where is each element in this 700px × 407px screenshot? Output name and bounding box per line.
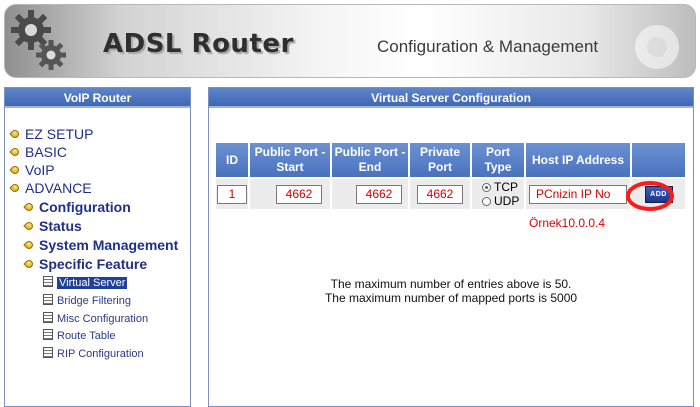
page-title: Virtual Server Configuration [209, 88, 693, 108]
brand-title: ADSL Router [103, 29, 294, 59]
bullet-icon [23, 258, 35, 270]
radio-udp[interactable]: UDP [482, 194, 524, 208]
menu-label: System Management [39, 237, 179, 253]
menu-item-voip[interactable]: VoIP [9, 162, 55, 178]
menu-item-system-management[interactable]: System Management [23, 237, 179, 253]
menu-item-rip-configuration[interactable]: RIP Configuration [43, 347, 144, 360]
document-icon [43, 347, 53, 358]
column-header-public-start: Public Port - Start [250, 143, 330, 177]
cell-private-port: 4662 [410, 179, 470, 209]
virtual-server-table: ID Public Port - Start Public Port - End… [214, 141, 687, 211]
document-icon [43, 312, 53, 323]
public-port-end-input[interactable]: 4662 [356, 184, 402, 204]
menu-item-status[interactable]: Status [23, 218, 82, 234]
menu-item-ez-setup[interactable]: EZ SETUP [9, 126, 94, 142]
menu-label: Specific Feature [39, 256, 148, 272]
menu-label: RIP Configuration [57, 348, 144, 360]
bullet-icon [23, 220, 35, 232]
menu-label: EZ SETUP [25, 126, 94, 142]
menu-label: ADVANCE [25, 180, 92, 196]
note-max-ports: The maximum number of mapped ports is 50… [324, 291, 578, 305]
table-row: 1 4662 4662 4662 TCP UDP PCnizin IP No A… [216, 179, 685, 209]
radio-selected-icon [482, 183, 491, 192]
bullet-icon [9, 182, 21, 194]
menu-label: BASIC [25, 144, 68, 160]
gear-small-icon [36, 40, 66, 70]
cell-public-start: 4662 [250, 179, 330, 209]
menu-item-specific-feature[interactable]: Specific Feature [23, 256, 148, 272]
radio-unselected-icon [482, 197, 491, 206]
id-field[interactable]: 1 [217, 184, 247, 204]
bullet-icon [23, 239, 35, 251]
menu-label: Configuration [39, 199, 131, 215]
sidebar-title: VoIP Router [5, 88, 190, 108]
sidebar: VoIP Router EZ SETUP BASIC VoIP ADVANCE … [4, 87, 191, 407]
cell-host-ip: PCnizin IP No [526, 179, 630, 209]
menu-item-advance[interactable]: ADVANCE [9, 180, 92, 196]
cell-public-end: 4662 [332, 179, 408, 209]
column-header-public-end: Public Port - End [332, 143, 408, 177]
menu-item-basic[interactable]: BASIC [9, 144, 68, 160]
document-icon [43, 294, 53, 305]
bullet-icon [23, 201, 35, 213]
menu-label: Route Table [57, 330, 116, 342]
cell-port-type: TCP UDP [472, 179, 524, 209]
column-header-host-ip: Host IP Address [526, 143, 630, 177]
bullet-icon [9, 128, 21, 140]
header-tagline: Configuration & Management [377, 37, 599, 56]
document-icon [43, 329, 53, 340]
main-panel: Virtual Server Configuration ID Public P… [208, 87, 694, 407]
menu-item-configuration[interactable]: Configuration [23, 199, 131, 215]
gear-faded-icon [635, 25, 679, 69]
radio-udp-label: UDP [494, 194, 520, 208]
host-ip-input[interactable]: PCnizin IP No [529, 184, 627, 204]
menu-label: Bridge Filtering [57, 295, 131, 307]
public-port-start-input[interactable]: 4662 [276, 184, 322, 204]
note-max-entries: The maximum number of entries above is 5… [330, 277, 572, 291]
app-header: ADSL Router Configuration & Management [4, 4, 696, 78]
bullet-icon [9, 146, 21, 158]
menu-label: VoIP [25, 162, 55, 178]
column-header-port-type: Port Type [472, 143, 524, 177]
private-port-input[interactable]: 4662 [417, 184, 463, 204]
menu-label: Virtual Server [57, 277, 128, 289]
radio-tcp[interactable]: TCP [482, 180, 524, 194]
menu-item-bridge-filtering[interactable]: Bridge Filtering [43, 294, 131, 307]
radio-tcp-label: TCP [494, 180, 518, 194]
menu-item-virtual-server[interactable]: Virtual Server [43, 276, 128, 289]
column-header-id: ID [216, 143, 248, 177]
table-header-row: ID Public Port - Start Public Port - End… [216, 143, 685, 177]
column-header-private-port: Private Port [410, 143, 470, 177]
menu-label: Misc Configuration [57, 313, 149, 325]
menu-item-route-table[interactable]: Route Table [43, 329, 116, 342]
menu-item-misc-configuration[interactable]: Misc Configuration [43, 312, 148, 325]
menu-label: Status [39, 218, 82, 234]
notes: The maximum number of entries above is 5… [209, 277, 693, 305]
cell-id: 1 [216, 179, 248, 209]
red-highlight-circle [626, 181, 674, 211]
ip-example-annotation: Örnek10.0.0.4 [529, 216, 606, 230]
column-header-action [632, 143, 685, 177]
document-icon [43, 276, 53, 287]
bullet-icon [9, 164, 21, 176]
